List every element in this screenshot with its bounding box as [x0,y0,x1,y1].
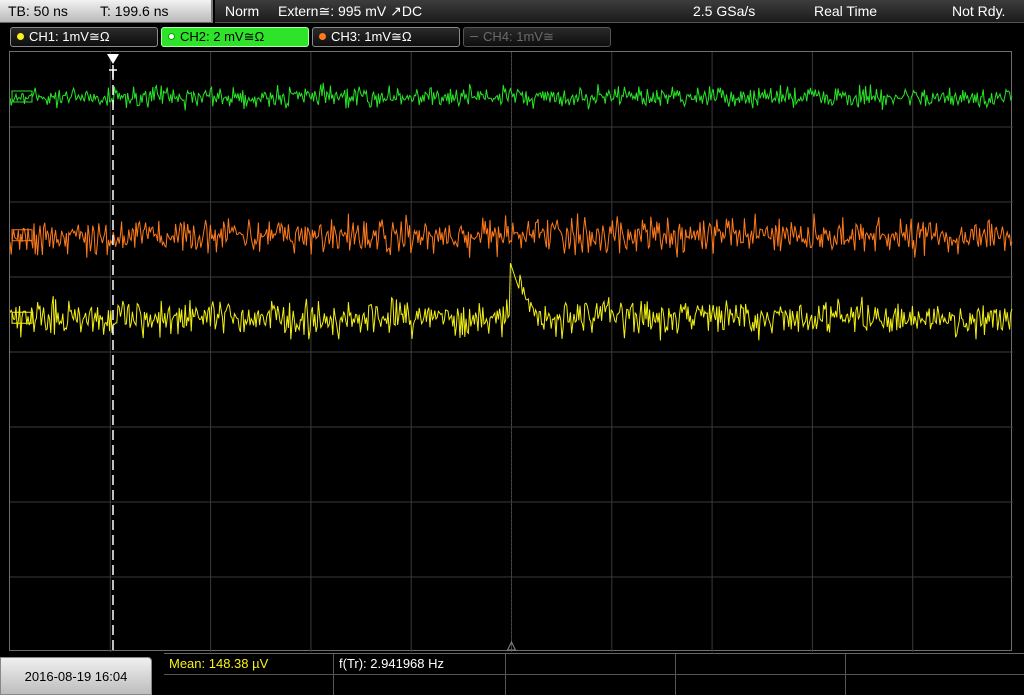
channel-1-button[interactable]: CH1: 1mV≅Ω [10,27,158,47]
trigger-mode: Norm [225,3,260,19]
measurement-slot-5 [846,654,1024,675]
channel-1-dot-icon [17,33,24,40]
channel-2-dot-icon [168,33,175,40]
trigger-position-arrow-icon [107,54,119,64]
measurement-slot-9 [676,675,846,695]
channel-1-label: CH1: 1mV≅Ω [29,29,110,44]
measurement-slot-4 [676,654,846,675]
trigger-source: Extern≅: 995 mV ↗DC [278,3,423,19]
datetime-display: 2016-08-19 16:04 [0,657,152,695]
measurement-slot-8 [506,675,676,695]
channel-2-button[interactable]: CH2: 2 mV≅Ω [161,27,309,47]
timebase-panel[interactable]: TB: 50 ns T: 199.6 ns [0,0,213,23]
measurement-slot-10 [846,675,1024,695]
acquisition-status: Not Rdy. [952,3,1006,19]
sample-rate: 2.5 GSa/s [693,3,756,19]
frequency-measurement: f(Tr): 2.941968 Hz [334,654,506,675]
channel-bar: CH1: 1mV≅Ω CH2: 2 mV≅Ω CH3: 1mV≅Ω CH4: 1… [0,25,1024,49]
acquisition-mode: Real Time [814,3,878,19]
timebase-label: TB: 50 ns [8,3,68,19]
trigger-panel[interactable]: Norm Extern≅: 995 mV ↗DC 2.5 GSa/s Real … [215,0,1024,23]
channel-2-label: CH2: 2 mV≅Ω [180,29,265,44]
top-status-bar: TB: 50 ns T: 199.6 ns Norm Extern≅: 995 … [0,0,1024,24]
trigger-time-label: T: 199.6 ns [100,3,169,19]
channel-3-label: CH3: 1mV≅Ω [331,29,412,44]
channel-3-button[interactable]: CH3: 1mV≅Ω [312,27,460,47]
measurement-slot-7 [334,675,506,695]
waveform-canvas [10,52,1013,652]
measurement-panel[interactable]: Mean: 148.38 µV f(Tr): 2.941968 Hz [164,653,1024,695]
channel-4-button[interactable]: CH4: 1mV≅ [463,27,611,47]
measurement-slot-6 [164,675,334,695]
channel-3-dot-icon [319,33,326,40]
measurement-slot-3 [506,654,676,675]
mean-measurement: Mean: 148.38 µV [164,654,334,675]
channel-4-label: CH4: 1mV≅ [483,29,554,44]
waveform-display[interactable] [9,51,1013,652]
channel-4-off-icon [470,36,478,37]
